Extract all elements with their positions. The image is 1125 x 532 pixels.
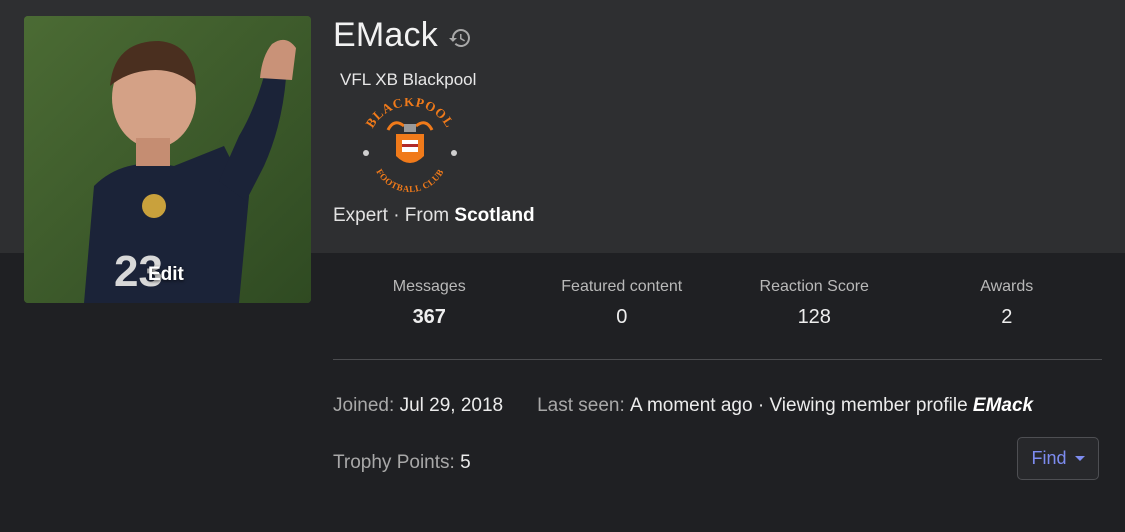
blackpool-crest-logo: BLACKPOOL FOOTBALL CLUB bbox=[362, 98, 457, 194]
user-blurb: Expert · From Scotland bbox=[333, 205, 535, 227]
trophy-points-value[interactable]: 5 bbox=[460, 452, 471, 473]
avatar-edit-label[interactable]: Edit bbox=[148, 264, 184, 286]
user-rank: Expert bbox=[333, 205, 388, 226]
stats-row: Messages 367 Featured content 0 Reaction… bbox=[333, 278, 1103, 329]
stat-reaction-score[interactable]: Reaction Score 128 bbox=[718, 278, 911, 329]
member-info-row: Joined: Jul 29, 2018 Last seen: A moment… bbox=[333, 395, 1033, 417]
avatar-photo: 23 bbox=[24, 16, 311, 303]
stat-label: Messages bbox=[392, 278, 466, 295]
stat-value[interactable]: 0 bbox=[526, 306, 719, 329]
last-seen-label: Last seen: bbox=[537, 395, 625, 416]
stats-divider bbox=[333, 359, 1102, 360]
joined-date: Jul 29, 2018 bbox=[399, 395, 504, 416]
stat-featured-content[interactable]: Featured content 0 bbox=[526, 278, 719, 329]
stat-messages[interactable]: Messages 367 bbox=[333, 278, 526, 329]
find-button[interactable]: Find bbox=[1017, 437, 1099, 480]
trophy-points-row: Trophy Points: 5 bbox=[333, 452, 471, 474]
svg-text:FOOTBALL CLUB: FOOTBALL CLUB bbox=[374, 167, 445, 194]
team-name: VFL XB Blackpool bbox=[340, 70, 477, 89]
last-seen-value: A moment ago · Viewing member profile bbox=[630, 395, 968, 416]
stat-label: Featured content bbox=[561, 278, 683, 295]
stat-value[interactable]: 128 bbox=[718, 306, 911, 329]
viewing-profile-name[interactable]: EMack bbox=[973, 395, 1033, 417]
history-icon[interactable] bbox=[448, 26, 472, 50]
stat-value[interactable]: 367 bbox=[333, 306, 526, 329]
stat-label: Reaction Score bbox=[759, 278, 869, 295]
stat-value[interactable]: 2 bbox=[911, 306, 1104, 329]
username-row: EMack bbox=[333, 16, 472, 55]
user-location[interactable]: Scotland bbox=[454, 205, 534, 226]
chevron-down-icon bbox=[1074, 456, 1085, 461]
trophy-points-label: Trophy Points: bbox=[333, 452, 455, 473]
stat-awards[interactable]: Awards 2 bbox=[911, 278, 1104, 329]
username[interactable]: EMack bbox=[333, 16, 438, 55]
stat-label: Awards bbox=[980, 278, 1034, 295]
from-prefix: · From bbox=[387, 205, 455, 226]
find-button-label: Find bbox=[1031, 448, 1067, 468]
avatar[interactable]: 23 Edit bbox=[24, 16, 311, 303]
joined-label: Joined: bbox=[333, 395, 395, 416]
